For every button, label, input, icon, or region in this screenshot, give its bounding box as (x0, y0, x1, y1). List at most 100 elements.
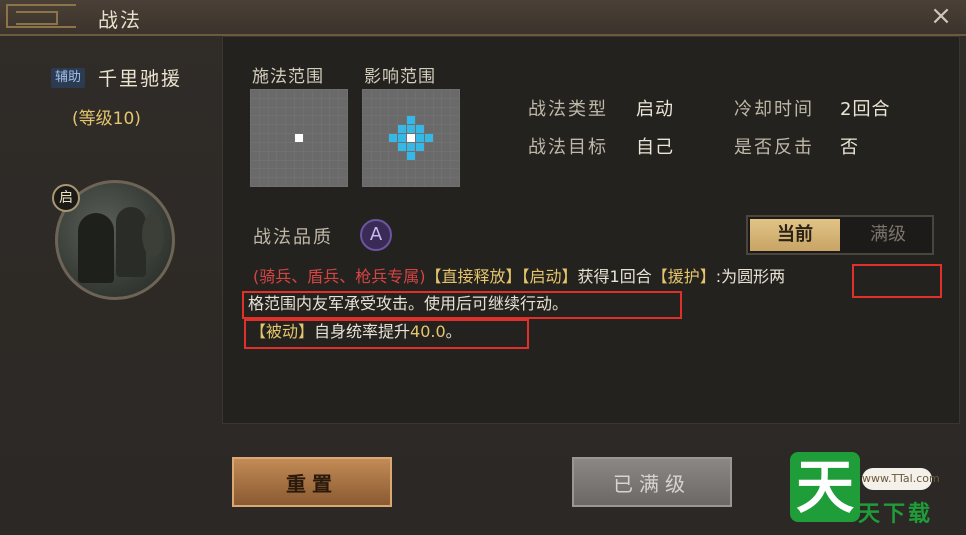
grid-cell (407, 178, 415, 186)
grid-cell (363, 160, 371, 169)
grid-cell (295, 142, 303, 151)
grid-cell (268, 107, 277, 116)
grid-cell (433, 125, 442, 134)
grid-cell (371, 125, 380, 134)
grid-cell (389, 107, 398, 116)
effect-range-grid (362, 89, 460, 187)
grid-cell (363, 178, 371, 186)
grid-cell (424, 125, 433, 134)
grid-cell (398, 169, 407, 178)
quality-label: 战法品质 (253, 227, 333, 248)
grid-cell (442, 90, 451, 98)
reset-button[interactable]: 重置 (232, 457, 392, 507)
grid-cell (398, 151, 407, 160)
grid-cell (251, 116, 259, 125)
grid-cell (312, 160, 321, 169)
tactic-name: 千里驰援 (98, 68, 183, 90)
grid-cell (312, 116, 321, 125)
grid-cell (339, 151, 347, 160)
grid-cell (312, 125, 321, 134)
grid-cell (268, 116, 277, 125)
grid-cell (277, 90, 286, 98)
grid-cell (268, 134, 277, 142)
grid-cell (415, 134, 424, 142)
tactic-role-tag: 辅助 (51, 68, 86, 88)
grid-cell (398, 116, 407, 125)
grid-cell (268, 90, 277, 98)
grid-cell (363, 169, 371, 178)
grid-cell (415, 90, 424, 98)
grid-cell (330, 125, 339, 134)
description-line-1: (骑兵、盾兵、枪兵专属)【直接释放】【启动】获得1回合【援护】:为圆形两 (253, 267, 785, 287)
grid-cell (424, 107, 433, 116)
grid-cell (433, 178, 442, 186)
grid-cell (451, 125, 459, 134)
grid-cell (303, 98, 312, 107)
grid-cell (363, 90, 371, 98)
grid-cell (268, 98, 277, 107)
grid-cell (380, 116, 389, 125)
grid-cell (433, 160, 442, 169)
grid-cell (371, 142, 380, 151)
grid-cell (259, 125, 268, 134)
grid-cell (339, 98, 347, 107)
grid-cell (407, 98, 415, 107)
grid-cell (442, 107, 451, 116)
grid-cell (451, 178, 459, 186)
grid-cell (295, 116, 303, 125)
grid-cell (380, 160, 389, 169)
watermark-text: 天下载 (858, 502, 934, 527)
grid-cell (339, 160, 347, 169)
grid-cell (312, 98, 321, 107)
grid-cell (398, 142, 407, 151)
grid-cell (268, 178, 277, 186)
grid-cell (277, 125, 286, 134)
grid-cell (442, 116, 451, 125)
grid-cell (380, 169, 389, 178)
grid-cell (303, 160, 312, 169)
grid-cell (433, 116, 442, 125)
line1-end: 为圆形两 (721, 267, 786, 286)
grid-cell (295, 125, 303, 134)
grid-cell (259, 142, 268, 151)
troop-restriction: (骑兵、盾兵、枪兵专属) (253, 267, 426, 286)
grid-cell (380, 134, 389, 142)
grid-cell (398, 107, 407, 116)
close-icon[interactable]: × (928, 3, 954, 30)
grid-cell (312, 90, 321, 98)
tactic-target-label: 战法目标 (528, 137, 608, 158)
grid-cell (259, 169, 268, 178)
grid-cell (286, 160, 295, 169)
grid-cell (371, 178, 380, 186)
tab-max-level[interactable]: 满级 (844, 219, 932, 251)
start-tag: 【启动】 (521, 267, 578, 286)
grid-cell (433, 134, 442, 142)
grid-cell (371, 134, 380, 142)
grid-cell (286, 169, 295, 178)
grid-cell (286, 98, 295, 107)
grid-cell (451, 142, 459, 151)
grid-cell (339, 178, 347, 186)
grid-cell (442, 134, 451, 142)
grid-cell (286, 142, 295, 151)
grid-cell (415, 151, 424, 160)
grid-cell (415, 116, 424, 125)
tab-current[interactable]: 当前 (750, 219, 840, 251)
grid-cell (259, 107, 268, 116)
grid-cell (424, 142, 433, 151)
grid-cell (398, 134, 407, 142)
grid-cell (321, 151, 330, 160)
grid-cell (286, 134, 295, 142)
grid-cell (330, 178, 339, 186)
grid-cell (339, 142, 347, 151)
grid-cell (330, 107, 339, 116)
maxed-button[interactable]: 已满级 (572, 457, 732, 507)
grid-cell (295, 134, 303, 142)
grid-cell (303, 151, 312, 160)
grid-cell (312, 151, 321, 160)
gain-text: 获得1回合 (577, 267, 652, 286)
grid-cell (330, 142, 339, 151)
grid-cell (433, 169, 442, 178)
grid-cell (277, 178, 286, 186)
grid-cell (371, 151, 380, 160)
